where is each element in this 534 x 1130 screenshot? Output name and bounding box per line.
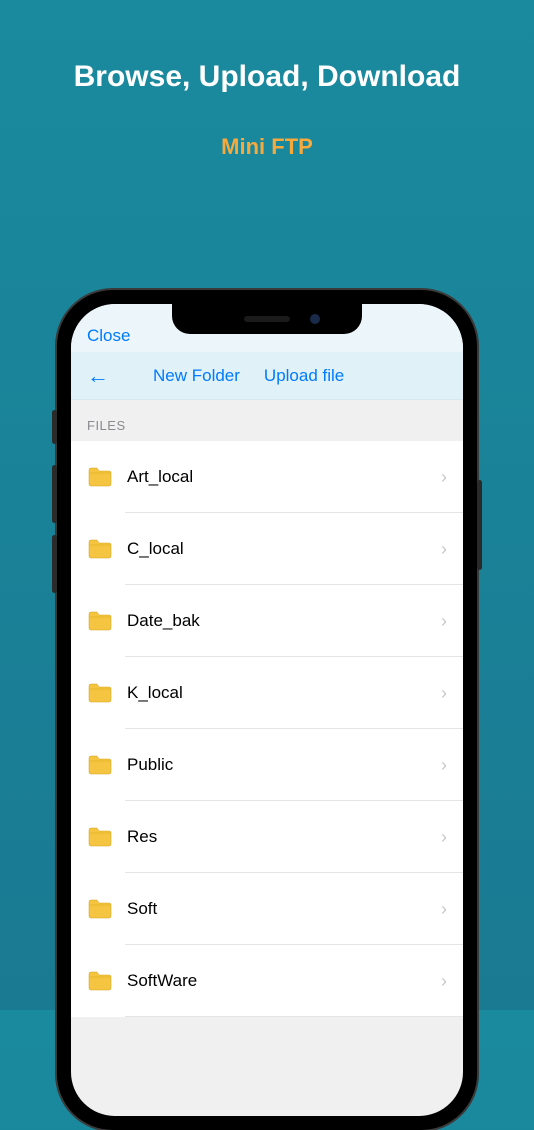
folder-icon	[87, 538, 113, 560]
section-header-files: FILES	[71, 400, 463, 441]
phone-frame: Close ← New Folder Upload file FILES Art…	[57, 290, 477, 1130]
phone-side-button	[52, 535, 57, 593]
folder-icon	[87, 610, 113, 632]
chevron-right-icon: ›	[441, 971, 463, 992]
phone-side-button	[52, 465, 57, 523]
folder-icon	[87, 898, 113, 920]
list-item[interactable]: Date_bak ›	[71, 585, 463, 657]
chevron-right-icon: ›	[441, 755, 463, 776]
list-item[interactable]: Soft ›	[71, 873, 463, 945]
new-folder-button[interactable]: New Folder	[153, 366, 240, 386]
chevron-right-icon: ›	[441, 539, 463, 560]
list-item[interactable]: Public ›	[71, 729, 463, 801]
phone-notch	[172, 304, 362, 334]
back-arrow-icon[interactable]: ←	[87, 365, 109, 387]
phone-side-button	[52, 410, 57, 444]
close-button[interactable]: Close	[87, 326, 130, 346]
promo-headline: Browse, Upload, Download	[0, 60, 534, 94]
folder-name: Soft	[127, 899, 441, 919]
toolbar: ← New Folder Upload file	[71, 352, 463, 400]
file-list: Art_local › C_local › Date_bak ›	[71, 441, 463, 1017]
list-item[interactable]: C_local ›	[71, 513, 463, 585]
list-item[interactable]: Art_local ›	[71, 441, 463, 513]
folder-icon	[87, 826, 113, 848]
chevron-right-icon: ›	[441, 467, 463, 488]
folder-name: C_local	[127, 539, 441, 559]
promo-subtitle: Mini FTP	[0, 134, 534, 160]
chevron-right-icon: ›	[441, 827, 463, 848]
folder-name: Date_bak	[127, 611, 441, 631]
folder-name: Res	[127, 827, 441, 847]
chevron-right-icon: ›	[441, 683, 463, 704]
list-item[interactable]: Res ›	[71, 801, 463, 873]
list-item[interactable]: SoftWare ›	[71, 945, 463, 1017]
folder-icon	[87, 466, 113, 488]
phone-screen: Close ← New Folder Upload file FILES Art…	[71, 304, 463, 1116]
folder-icon	[87, 970, 113, 992]
folder-name: K_local	[127, 683, 441, 703]
chevron-right-icon: ›	[441, 611, 463, 632]
folder-icon	[87, 682, 113, 704]
folder-icon	[87, 754, 113, 776]
chevron-right-icon: ›	[441, 899, 463, 920]
folder-name: Public	[127, 755, 441, 775]
list-item[interactable]: K_local ›	[71, 657, 463, 729]
upload-file-button[interactable]: Upload file	[264, 366, 344, 386]
folder-name: SoftWare	[127, 971, 441, 991]
phone-side-button	[477, 480, 482, 570]
folder-name: Art_local	[127, 467, 441, 487]
